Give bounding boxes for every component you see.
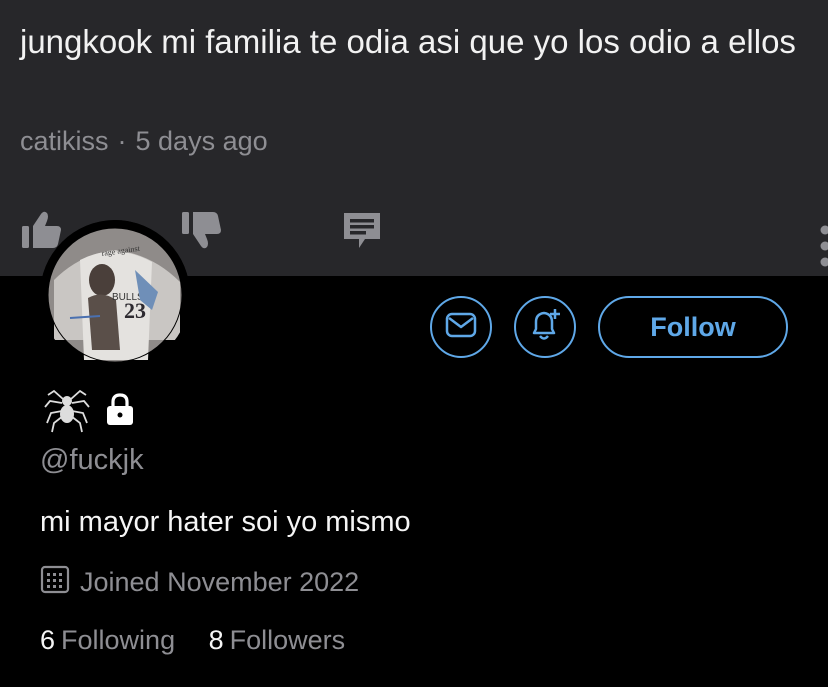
- comment-author[interactable]: catikiss: [20, 126, 109, 156]
- following-label: Following: [61, 625, 176, 655]
- comment-text: jungkook mi familia te odia asi que yo l…: [20, 23, 796, 60]
- calendar-icon: [40, 564, 70, 601]
- notify-button[interactable]: [514, 296, 576, 358]
- comment-meta: catikiss · 5 days ago: [20, 126, 268, 157]
- bell-plus-icon: [527, 307, 563, 348]
- following-link[interactable]: 6 Following: [40, 625, 175, 656]
- reply-icon[interactable]: [341, 210, 383, 257]
- joined-row: Joined November 2022: [40, 564, 359, 601]
- comment-time: 5 days ago: [135, 126, 268, 156]
- avatar[interactable]: rage against 23 BULLS: [40, 220, 190, 370]
- profile-handle: @fuckjk: [40, 444, 144, 476]
- followers-count: 8: [208, 625, 224, 655]
- profile-bio: mi mayor hater soi yo mismo: [40, 506, 411, 538]
- followers-label: Followers: [229, 625, 346, 655]
- follow-button[interactable]: Follow: [598, 296, 788, 358]
- spider-icon: [42, 385, 92, 440]
- lock-icon: [104, 393, 136, 432]
- more-icon[interactable]: [817, 222, 828, 270]
- follow-stats: 6 Following 8 Followers: [40, 625, 345, 656]
- meta-separator: ·: [117, 126, 127, 156]
- message-button[interactable]: [430, 296, 492, 358]
- joined-date: Joined November 2022: [80, 567, 360, 597]
- following-count: 6: [40, 625, 56, 655]
- mail-icon: [445, 312, 477, 343]
- dislike-icon[interactable]: [180, 210, 224, 255]
- followers-link[interactable]: 8 Followers: [209, 625, 346, 656]
